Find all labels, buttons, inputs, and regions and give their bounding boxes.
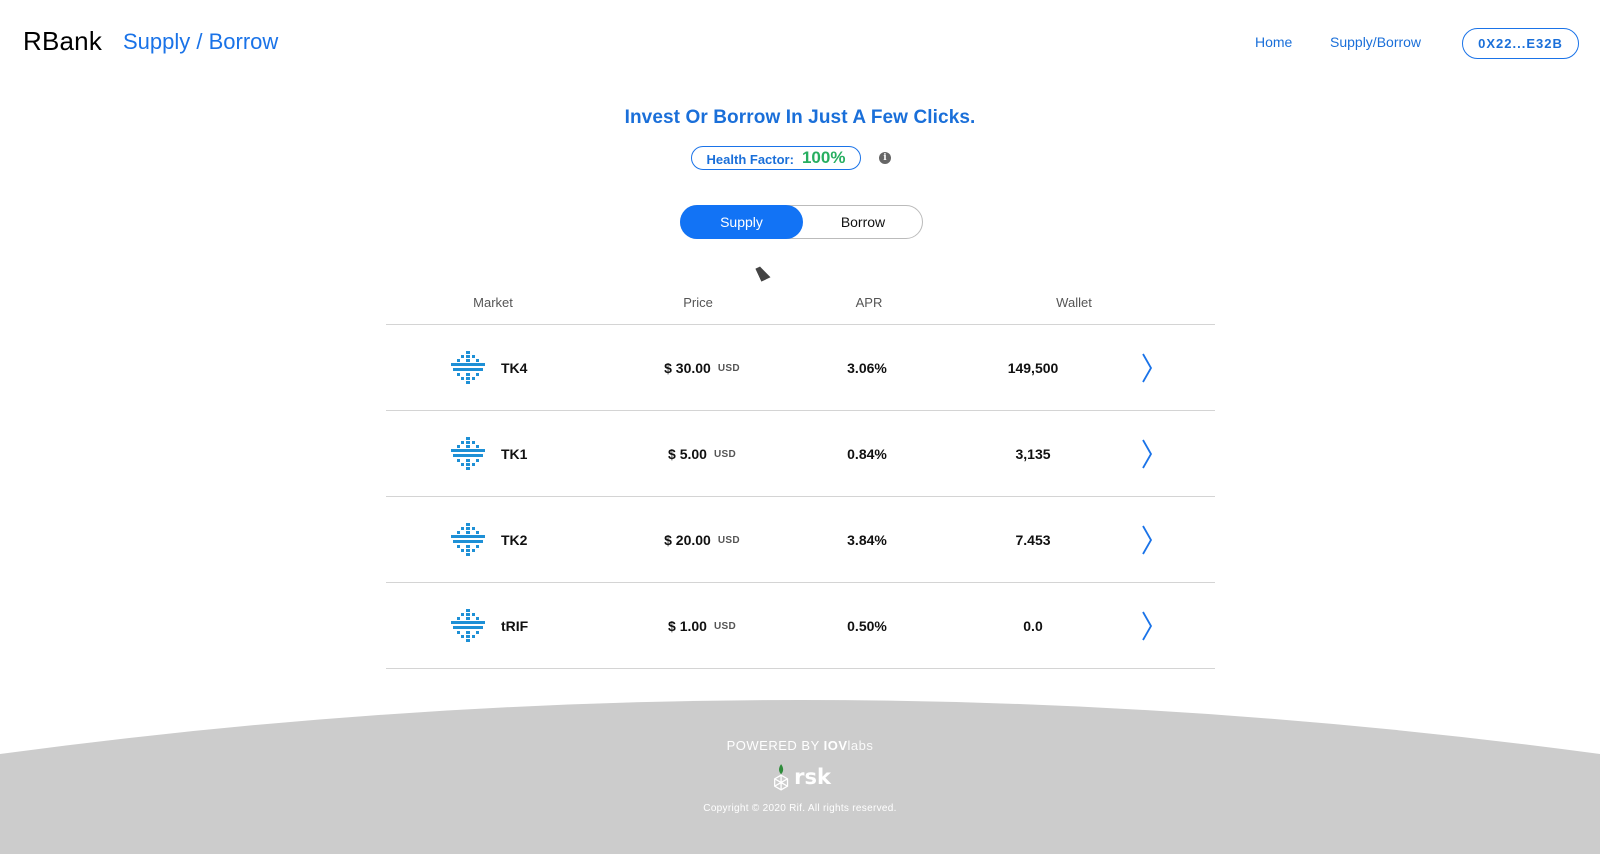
- token-wallet-balance: 149,500: [1007, 360, 1059, 376]
- price-unit: USD: [713, 448, 736, 460]
- token-wallet-balance: 0.0: [1023, 618, 1043, 634]
- price-value: $ 20.00: [664, 532, 711, 548]
- chevron-right-icon[interactable]: [1140, 352, 1154, 384]
- supply-borrow-toggle: Supply Borrow: [680, 205, 923, 239]
- chevron-right-icon[interactable]: [1140, 524, 1154, 556]
- token-name: TK1: [501, 446, 528, 462]
- token-name: TK4: [501, 360, 528, 376]
- chevron-right-icon[interactable]: [1140, 610, 1154, 642]
- price-unit: USD: [717, 362, 740, 374]
- wallet-address-button[interactable]: 0X22...E32B: [1462, 28, 1579, 59]
- labs-logo-text: labs: [847, 738, 874, 753]
- price-value: $ 30.00: [664, 360, 711, 376]
- header: RBank Supply / Borrow Home Supply/Borrow…: [0, 0, 1600, 86]
- token-name: tRIF: [501, 618, 529, 634]
- token-name: TK2: [501, 532, 528, 548]
- markets-table: Market Price APR Wallet TK4 $ 30.00 USD …: [386, 289, 1215, 669]
- token-apr: 3.84%: [847, 532, 887, 548]
- token-apr: 3.06%: [847, 360, 887, 376]
- borrow-tab[interactable]: Borrow: [803, 206, 923, 238]
- info-icon[interactable]: i: [879, 152, 891, 164]
- price-unit: USD: [713, 620, 736, 632]
- token-apr: 0.84%: [847, 446, 887, 462]
- health-factor-value: 100%: [801, 148, 846, 167]
- table-row[interactable]: TK4 $ 30.00 USD 3.06% 149,500: [386, 325, 1215, 411]
- iov-logo-text: IOV: [823, 738, 848, 753]
- token-price: $ 20.00 USD: [664, 497, 740, 583]
- column-wallet: Wallet: [1056, 295, 1092, 310]
- token-price: $ 1.00 USD: [668, 583, 736, 669]
- column-market: Market: [473, 295, 513, 310]
- health-factor-badge: Health Factor: 100%: [691, 146, 861, 170]
- token-icon: [451, 523, 485, 556]
- powered-by-text: POWERED BY IOVlabs: [0, 738, 1600, 753]
- token-icon: [451, 437, 485, 470]
- powered-by-label: POWERED BY: [726, 738, 820, 753]
- rsk-logo-icon: [774, 764, 789, 791]
- token-apr: 0.50%: [847, 618, 887, 634]
- mouse-cursor-icon: [755, 264, 771, 282]
- health-factor-label: Health Factor:: [706, 151, 794, 167]
- nav-home-link[interactable]: Home: [1255, 34, 1292, 50]
- table-row[interactable]: TK1 $ 5.00 USD 0.84% 3,135: [386, 411, 1215, 497]
- rsk-logo: rsk: [771, 761, 831, 793]
- tagline: Invest Or Borrow In Just A Few Clicks.: [624, 107, 976, 128]
- token-price: $ 5.00 USD: [668, 411, 736, 497]
- token-wallet-balance: 3,135: [1015, 446, 1051, 462]
- brand-logo[interactable]: RBank: [23, 26, 102, 57]
- nav-supply-borrow-link[interactable]: Supply/Borrow: [1330, 34, 1421, 50]
- page-title: Supply / Borrow: [123, 29, 279, 54]
- supply-tab[interactable]: Supply: [680, 205, 803, 239]
- price-value: $ 5.00: [668, 446, 707, 462]
- column-price: Price: [683, 295, 713, 310]
- chevron-right-icon[interactable]: [1140, 438, 1154, 470]
- token-icon: [451, 609, 485, 642]
- price-value: $ 1.00: [668, 618, 707, 634]
- copyright-text: Copyright © 2020 Rif. All rights reserve…: [703, 803, 897, 814]
- token-icon: [451, 351, 485, 384]
- token-wallet-balance: 7.453: [1015, 532, 1051, 548]
- table-header: Market Price APR Wallet: [386, 289, 1215, 325]
- token-price: $ 30.00 USD: [664, 325, 740, 411]
- table-row[interactable]: TK2 $ 20.00 USD 3.84% 7.453: [386, 497, 1215, 583]
- price-unit: USD: [717, 534, 740, 546]
- column-apr: APR: [855, 295, 883, 310]
- rsk-logo-text: rsk: [794, 765, 831, 789]
- table-row[interactable]: tRIF $ 1.00 USD 0.50% 0.0: [386, 583, 1215, 669]
